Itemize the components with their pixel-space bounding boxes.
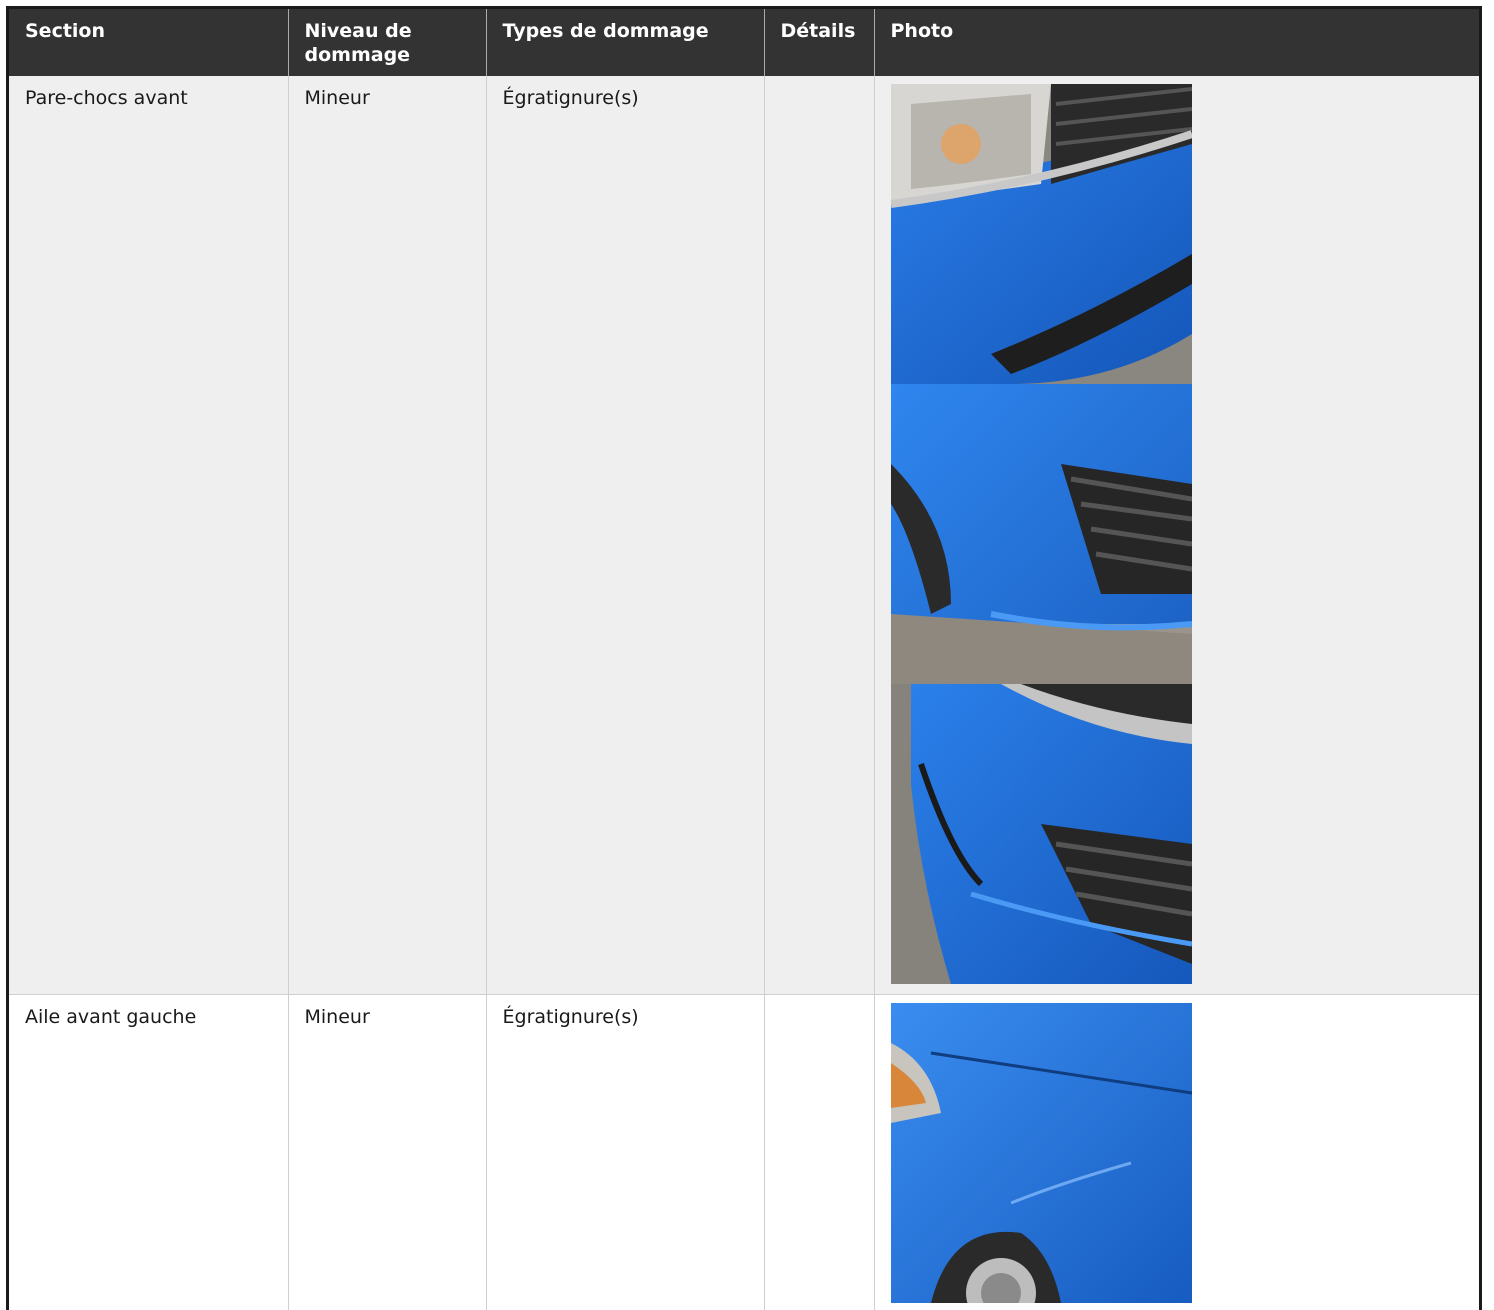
- cell-section: Aile avant gauche: [9, 994, 289, 1310]
- cell-details: [764, 76, 875, 995]
- front-bumper-fog-grille-photo[interactable]: [890, 384, 1192, 684]
- table-header-row: Section Niveau de dommage Types de domma…: [9, 9, 1479, 76]
- cell-section: Pare-chocs avant: [9, 76, 289, 995]
- header-niveau: Niveau de dommage: [288, 9, 487, 76]
- cell-types: Égratignure(s): [486, 994, 765, 1310]
- front-bumper-corner-photo[interactable]: [890, 684, 1192, 984]
- front-bumper-headlight-photo[interactable]: [890, 84, 1192, 384]
- table-row: Pare-chocs avant Mineur Égratignure(s): [9, 76, 1479, 995]
- header-section: Section: [9, 9, 289, 76]
- header-types: Types de dommage: [486, 9, 765, 76]
- header-details: Détails: [764, 9, 875, 76]
- cell-photos: [874, 76, 1479, 995]
- table-row: Aile avant gauche Mineur Égratignure(s): [9, 994, 1479, 1310]
- cell-types: Égratignure(s): [486, 76, 765, 995]
- left-front-fender-photo[interactable]: [890, 1002, 1192, 1303]
- cell-photos: [874, 994, 1479, 1310]
- damage-report-table: Section Niveau de dommage Types de domma…: [9, 9, 1479, 1310]
- damage-report-table-frame: Section Niveau de dommage Types de domma…: [6, 6, 1482, 1310]
- cell-niveau: Mineur: [288, 994, 487, 1310]
- header-photo: Photo: [874, 9, 1479, 76]
- cell-details: [764, 994, 875, 1310]
- cell-niveau: Mineur: [288, 76, 487, 995]
